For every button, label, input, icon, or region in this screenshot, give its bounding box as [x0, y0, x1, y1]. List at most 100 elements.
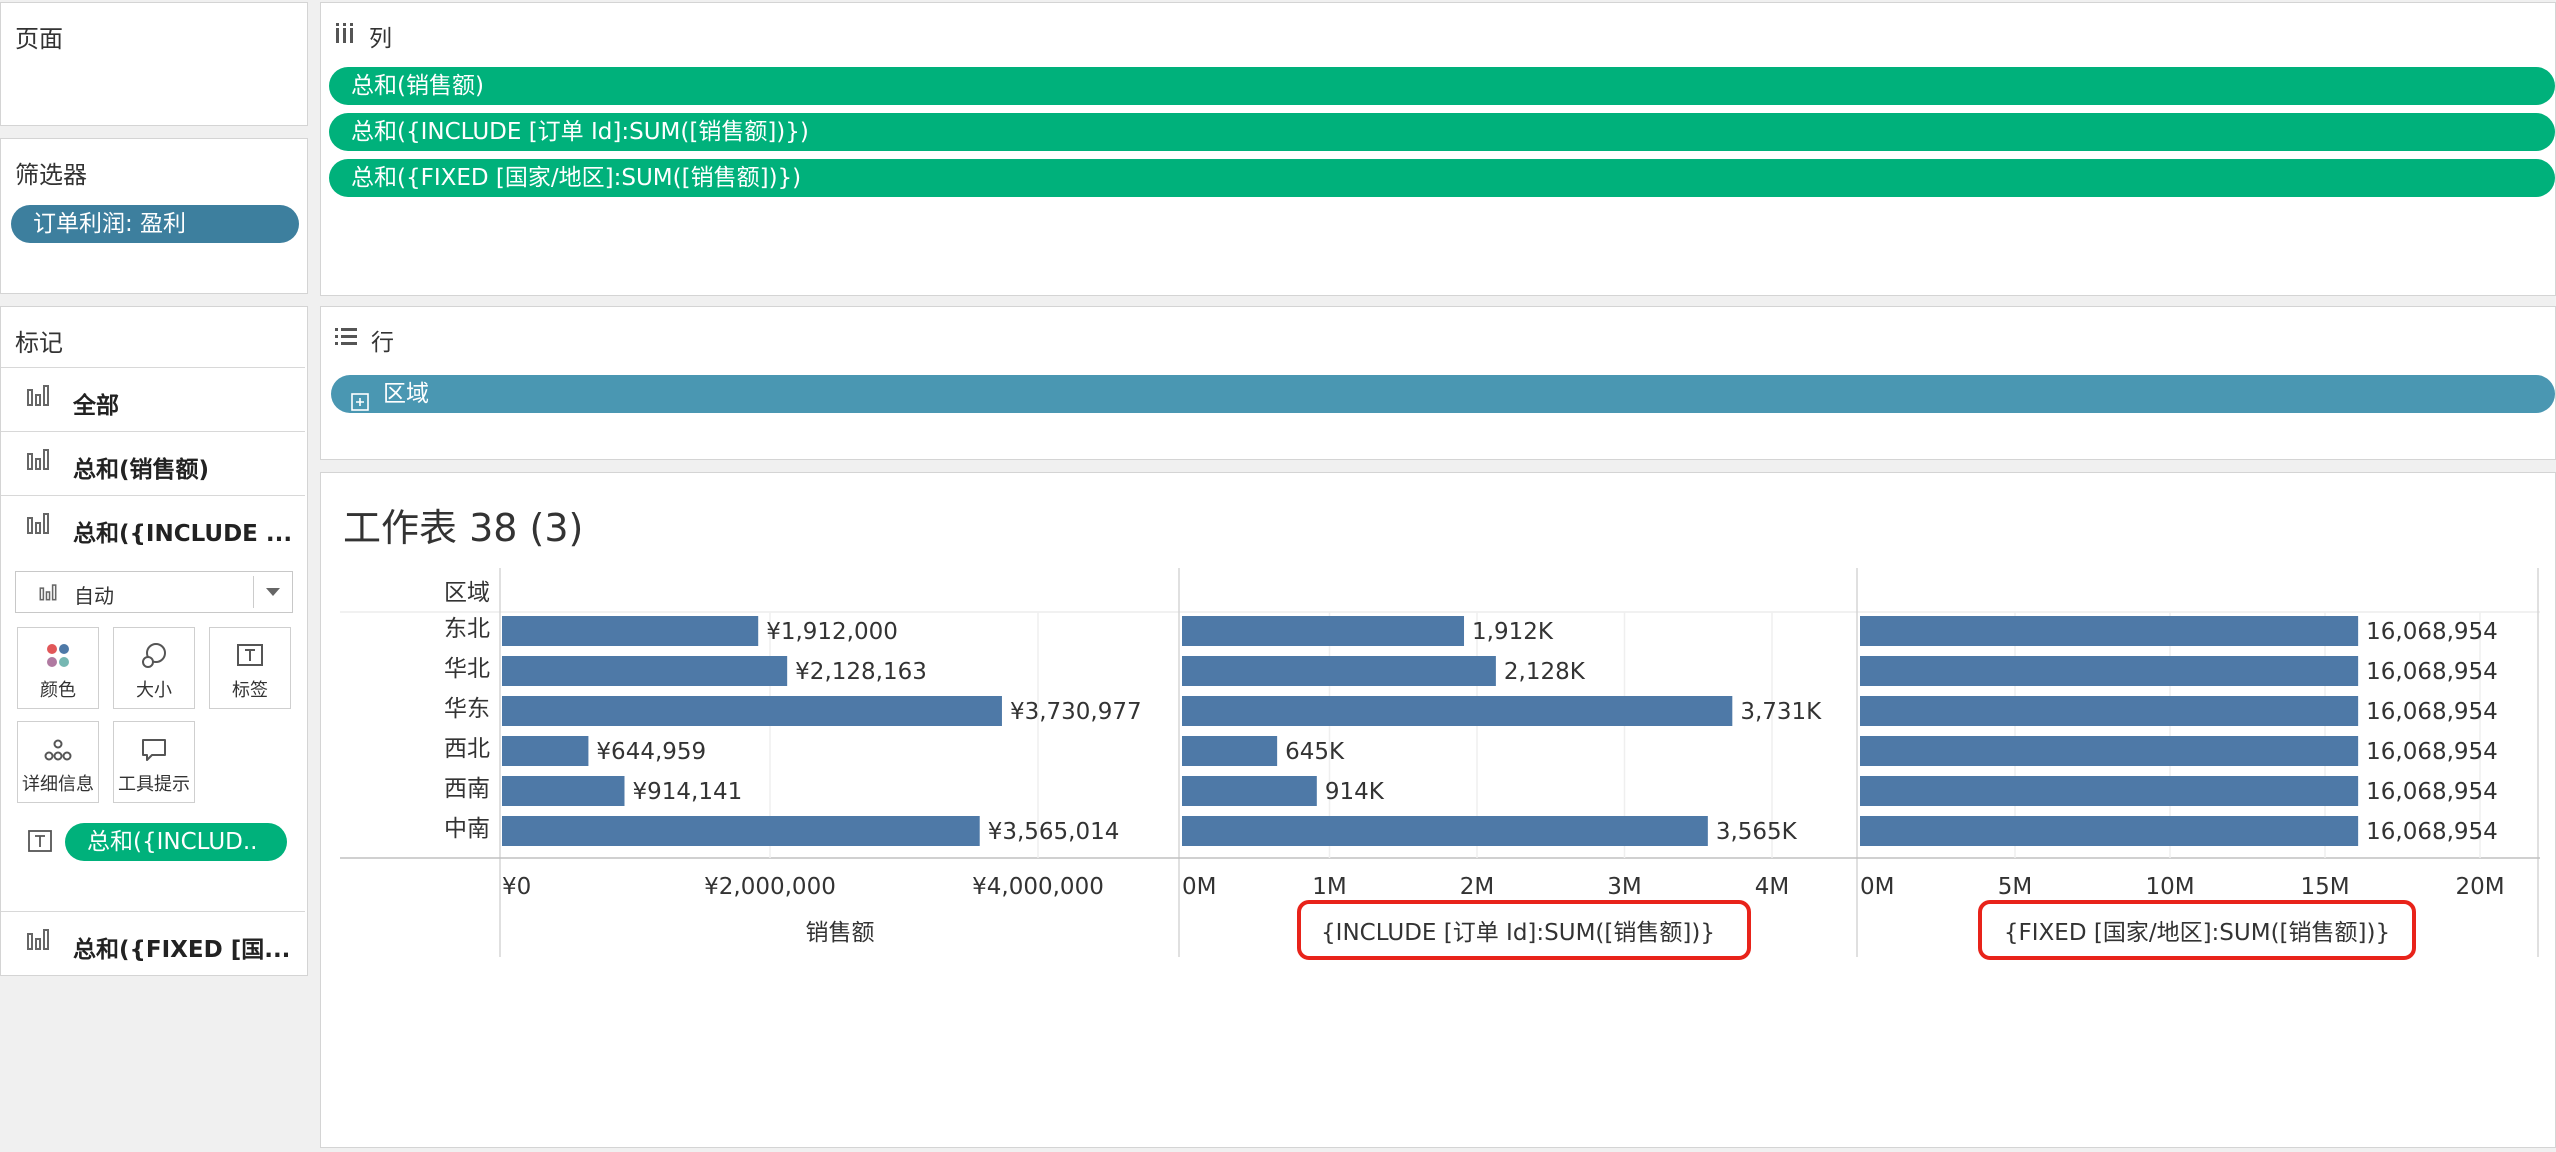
detail-dots-icon: [18, 734, 98, 766]
data-label: 1,912K: [1472, 619, 1554, 645]
pages-title: 页面: [15, 25, 63, 53]
bar-西南: [1182, 776, 1317, 806]
bar-华北: [1860, 656, 2359, 686]
chart-canvas: 区域东北华北华东西北西南中南 ¥1,912,000 ¥2,128,163 ¥3,730…: [340, 568, 2540, 960]
label-field-pill[interactable]: 总和({INCLUD..: [65, 823, 287, 861]
color-dots-icon: [18, 640, 98, 672]
bar-chart-icon: [38, 582, 58, 606]
bar-华东: [1182, 696, 1733, 726]
tick-label: 20M: [2455, 874, 2504, 900]
detail-tile[interactable]: 详细信息: [17, 721, 99, 803]
bar-东北: [1860, 616, 2359, 646]
tick-label: 10M: [2145, 874, 2194, 900]
bar-西南: [502, 776, 625, 806]
data-label: 16,068,954: [2366, 819, 2498, 845]
tick-label: 3M: [1607, 874, 1641, 900]
text-label-icon: [27, 829, 53, 857]
chevron-down-icon[interactable]: [266, 588, 280, 596]
bar-东北: [502, 616, 759, 646]
bar-华东: [1860, 696, 2359, 726]
bar-chart-icon: [25, 510, 51, 536]
rows-list-icon: [335, 327, 357, 353]
data-label: 16,068,954: [2366, 779, 2498, 805]
mark-row-label: 总和({INCLUDE ...: [73, 521, 293, 547]
category-label: 华北: [444, 656, 490, 682]
bar-西南: [1860, 776, 2359, 806]
bar-中南: [1182, 816, 1708, 846]
data-label: ¥2,128,163: [795, 659, 927, 685]
row-pill-region[interactable]: 区域: [331, 375, 2555, 413]
tile-label: 详细信息: [22, 774, 94, 795]
tick-label: 5M: [1998, 874, 2032, 900]
data-label: 645K: [1285, 739, 1345, 765]
category-label: 西南: [444, 776, 490, 802]
text-label-icon: [210, 640, 290, 672]
mark-row-all[interactable]: 全部: [1, 367, 305, 431]
marks-card: 标记 全部 总和(销售额) 总和({INCLUDE ... 自动 颜色 大小 标…: [0, 306, 308, 976]
left-panel-bottom: [0, 976, 308, 1148]
bar-华北: [1182, 656, 1496, 686]
bar-中南: [502, 816, 980, 846]
bar-chart-icon: [25, 926, 51, 952]
mark-type-dropdown[interactable]: 自动: [15, 571, 293, 613]
data-label: 16,068,954: [2366, 619, 2498, 645]
rows-shelf-header: 行: [335, 323, 394, 357]
filters-card: 筛选器 订单利润: 盈利: [0, 138, 308, 294]
bar-东北: [1182, 616, 1465, 646]
tooltip-tile[interactable]: 工具提示: [113, 721, 195, 803]
column-pill-include-order-id[interactable]: 总和({INCLUDE [订单 Id]:SUM([销售额])}): [329, 113, 2555, 151]
filter-pill-order-profit[interactable]: 订单利润: 盈利: [11, 205, 299, 243]
tile-label: 颜色: [40, 680, 76, 701]
data-label: 914K: [1325, 779, 1385, 805]
tick-label: 0M: [1182, 874, 1216, 900]
columns-shelf-header: 列: [335, 19, 392, 53]
column-pill-fixed-country[interactable]: 总和({FIXED [国家/地区]:SUM([销售额])}): [329, 159, 2555, 197]
mark-row-sum-sales[interactable]: 总和(销售额): [1, 431, 305, 495]
mark-row-label: 总和(销售额): [73, 457, 210, 483]
data-label: ¥3,730,977: [1010, 699, 1142, 725]
bar-中南: [1860, 816, 2359, 846]
mark-row-label: 全部: [73, 393, 119, 419]
expand-plus-icon[interactable]: [351, 385, 369, 413]
tick-label: ¥0: [502, 874, 531, 900]
data-label: 3,731K: [1740, 699, 1822, 725]
category-label: 中南: [444, 816, 490, 842]
pages-card: 页面: [0, 2, 308, 126]
mark-row-sum-include[interactable]: 总和({INCLUDE ...: [1, 495, 305, 559]
mark-row-label: 总和({FIXED [国...: [73, 937, 291, 963]
region-sales-chart: 区域 东北 华北 华东 西北 西南 中南 ¥1,912,000 ¥2,128,163 ¥3,730…: [320, 472, 2556, 1148]
label-tile[interactable]: 标签: [209, 627, 291, 709]
row-pill-label: 区域: [383, 381, 429, 407]
filters-title: 筛选器: [15, 161, 87, 189]
tick-label: ¥2,000,000: [704, 874, 836, 900]
mark-type-value: 自动: [74, 584, 114, 608]
bar-华北: [502, 656, 788, 686]
tick-label: ¥4,000,000: [972, 874, 1104, 900]
rows-shelf-title: 行: [371, 330, 394, 356]
tick-label: 4M: [1755, 874, 1789, 900]
columns-icon: [335, 22, 355, 50]
columns-shelf-title: 列: [369, 26, 392, 52]
tick-label: 2M: [1460, 874, 1494, 900]
data-label: 16,068,954: [2366, 739, 2498, 765]
axis-title-include: {INCLUDE [订单 Id]:SUM([销售额])}: [1321, 920, 1715, 946]
data-label: 3,565K: [1716, 819, 1798, 845]
tile-label: 标签: [232, 680, 268, 701]
data-label: 16,068,954: [2366, 659, 2498, 685]
size-tile[interactable]: 大小: [113, 627, 195, 709]
tile-label: 工具提示: [118, 774, 190, 795]
bar-华东: [502, 696, 1002, 726]
dropdown-divider: [253, 576, 254, 608]
category-label: 西北: [444, 736, 490, 762]
color-tile[interactable]: 颜色: [17, 627, 99, 709]
category-label: 东北: [444, 616, 490, 642]
column-pill-sum-sales[interactable]: 总和(销售额): [329, 67, 2555, 105]
axis-title-fixed: {FIXED [国家/地区]:SUM([销售额])}: [2004, 920, 2390, 946]
rows-shelf: 行 区域: [320, 306, 2556, 460]
category-label: 华东: [444, 696, 490, 722]
bar-chart-icon: [25, 446, 51, 472]
marks-title: 标记: [15, 329, 63, 357]
bar-西北: [1182, 736, 1278, 766]
mark-row-sum-fixed[interactable]: 总和({FIXED [国...: [1, 911, 305, 975]
bar-西北: [502, 736, 589, 766]
